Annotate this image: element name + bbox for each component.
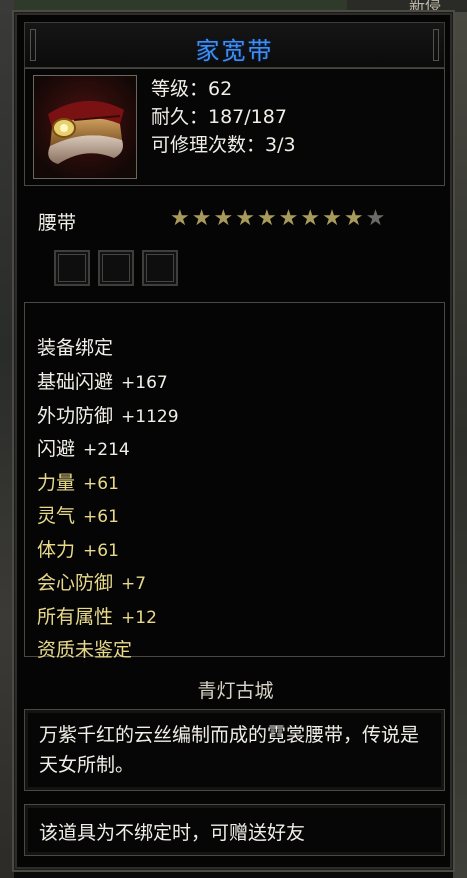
gem-slot[interactable] [54, 250, 90, 286]
stats-panel: 装备绑定 基础闪避 +167 外功防御 +1129 闪避 +214 力量 +61 灵气 +61 体力… [24, 302, 445, 661]
star-filled-icon: ★ [235, 206, 257, 231]
stat-row: 基础闪避 +167 [37, 367, 168, 394]
stat-label: 所有属性 [37, 605, 114, 628]
item-type: 腰带 [38, 212, 77, 234]
star-empty-icon: ★ [365, 206, 388, 231]
star-rating: ★★★★★★★★★★ [170, 206, 387, 231]
item-info: 等级：62 耐久：187/187 可修理次数：3/3 [24, 68, 445, 186]
gem-slots [54, 250, 178, 286]
trade-note-text: 该道具为不绑定时，可赠送好友 [39, 822, 306, 844]
stat-value: +167 [121, 373, 168, 393]
stat-label: 会心防御 [37, 572, 114, 594]
region-label: 青灯古城 [197, 680, 274, 702]
item-name: 家宽带 [195, 37, 274, 65]
stat-row: 灵气 +61 [37, 501, 119, 528]
star-filled-icon: ★ [213, 206, 236, 231]
star-filled-icon: ★ [256, 206, 279, 231]
stat-label: 体力 [37, 538, 76, 561]
star-filled-icon: ★ [322, 206, 344, 231]
background-right [453, 0, 467, 878]
stat-row: 外功防御 +1129 [37, 401, 179, 428]
stat-label: 力量 [37, 471, 76, 494]
quality-status: 资质未鉴定 [37, 639, 133, 661]
description-box: 万紫千红的云丝编制而成的霓裳腰带，传说是天女所制。 [24, 709, 445, 791]
repair-count-text: 可修理次数：3/3 [151, 134, 296, 156]
title-cap-right [433, 29, 439, 61]
description-text: 万紫千红的云丝编制而成的霓裳腰带，传说是天女所制。 [39, 724, 420, 776]
title-bar: 家宽带 [24, 22, 445, 68]
item-slot [33, 75, 137, 179]
stat-row: 体力 +61 [37, 535, 119, 562]
star-filled-icon: ★ [191, 206, 214, 231]
stat-label: 灵气 [37, 505, 76, 527]
stat-value: +61 [83, 507, 119, 527]
durability-text: 耐久：187/187 [151, 106, 287, 128]
level-text: 等级：62 [151, 78, 233, 100]
star-filled-icon: ★ [170, 206, 192, 231]
stat-label: 基础闪避 [37, 371, 114, 393]
gem-slot[interactable] [142, 250, 178, 286]
star-filled-icon: ★ [343, 206, 366, 231]
item-tooltip: 家宽带 等级：62 耐久：187/187 可修理次数：3/3 腰带 ★★★★★★… [12, 10, 455, 872]
stat-value: +1129 [121, 406, 179, 427]
trade-note-box: 该道具为不绑定时，可赠送好友 [24, 804, 445, 856]
belt-icon [34, 76, 136, 178]
stat-label: 闪避 [37, 438, 76, 460]
stat-value: +61 [83, 540, 119, 561]
star-filled-icon: ★ [278, 206, 301, 231]
star-filled-icon: ★ [300, 206, 323, 231]
stat-row: 所有属性 +12 [37, 602, 157, 629]
stat-value: +12 [121, 607, 157, 628]
stat-value: +7 [121, 574, 147, 594]
bind-status: 装备绑定 [37, 337, 114, 359]
stat-row: 力量 +61 [37, 468, 119, 495]
stat-row: 会心防御 +7 [37, 568, 146, 595]
stat-label: 外功防御 [37, 404, 114, 427]
stat-value: +214 [83, 440, 130, 460]
stat-value: +61 [83, 473, 119, 494]
stat-row: 闪避 +214 [37, 434, 130, 461]
gem-slot[interactable] [98, 250, 134, 286]
